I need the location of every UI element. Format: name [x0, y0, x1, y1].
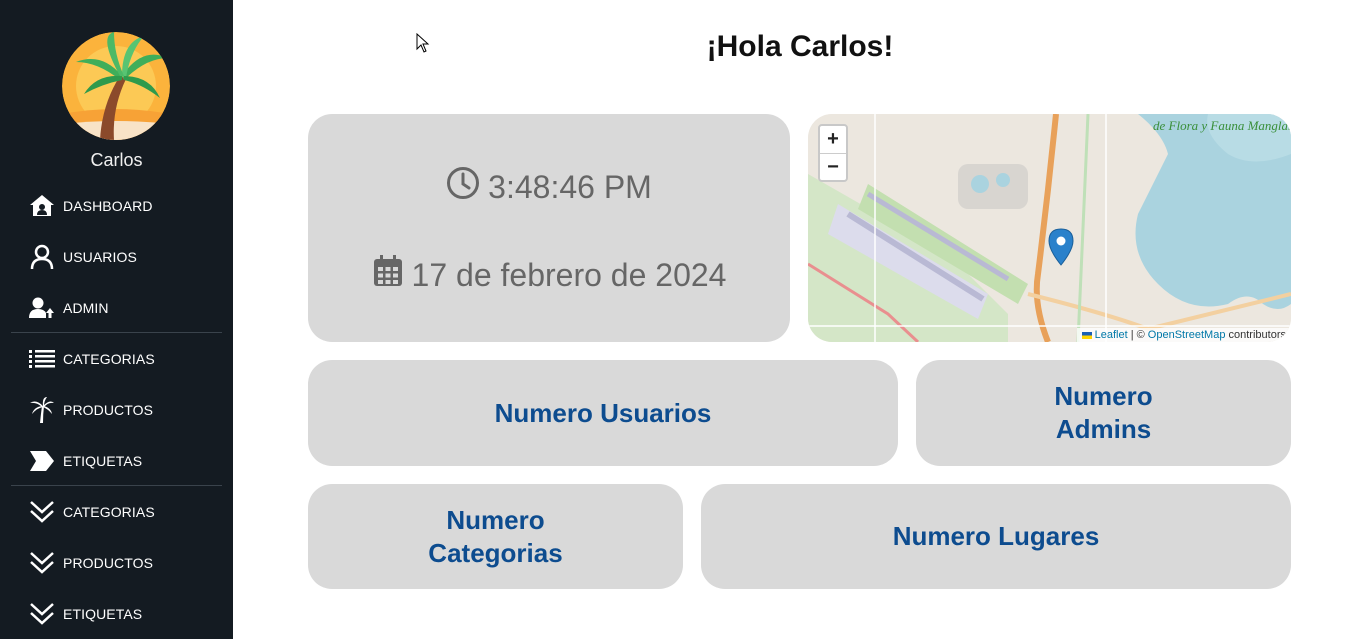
lugares-count-card[interactable]: Numero Lugares — [701, 484, 1291, 589]
clock-icon — [446, 166, 480, 208]
sidebar-item-categorias[interactable]: CATEGORIAS — [0, 333, 233, 384]
leaflet-link[interactable]: Leaflet — [1095, 329, 1128, 341]
categorias-count-label-line2: Categorias — [428, 537, 563, 568]
tag-icon — [28, 447, 56, 475]
usuarios-count-label: Numero Usuarios — [494, 397, 712, 428]
attribution-separator: | © — [1130, 329, 1145, 341]
admins-count-label-line1: Numero — [1054, 381, 1153, 411]
sidebar-item-label: USUARIOS — [63, 248, 137, 265]
usuarios-count-card[interactable]: Numero Usuarios — [308, 360, 898, 466]
sidebar-item-label: PRODUCTOS — [63, 401, 154, 418]
palm-beach-avatar-icon — [62, 32, 170, 140]
categorias-count-label-line1: Numero — [446, 504, 545, 535]
zoom-in-button[interactable]: + — [820, 126, 846, 154]
house-user-icon — [28, 192, 56, 220]
time-row: 3:48:46 PM — [308, 166, 790, 208]
sidebar-item-label: CATEGORIAS — [63, 350, 155, 367]
chevron-double-down-icon — [28, 549, 56, 577]
mouse-cursor-icon — [416, 32, 430, 58]
sidebar-item-dashboard[interactable]: DASHBOARD — [0, 180, 233, 231]
current-time: 3:48:46 PM — [488, 168, 652, 205]
sidebar-item-label: DASHBOARD — [63, 197, 153, 214]
sidebar-item-label: PRODUCTOS — [63, 554, 154, 571]
attribution-suffix: contributors — [1228, 329, 1286, 341]
palm-tree-icon — [28, 396, 56, 424]
username: Carlos — [90, 150, 143, 170]
categorias-count-card[interactable]: Numero Categorias — [308, 484, 683, 589]
avatar[interactable] — [62, 32, 170, 140]
zoom-out-button[interactable]: − — [820, 154, 846, 181]
current-date: 17 de febrero de 2024 — [411, 256, 727, 293]
user-admin-icon — [28, 294, 56, 322]
sidebar-item-label: ADMIN — [63, 299, 109, 316]
sidebar-item-categorias-dropdown[interactable]: CATEGORIAS — [0, 486, 233, 537]
page-title: ¡Hola Carlos! — [706, 30, 894, 63]
user-icon — [28, 243, 56, 271]
sidebar-item-label: ETIQUETAS — [63, 605, 143, 622]
clock-card: 3:48:46 PM 17 de febrero de 2024 — [308, 114, 790, 342]
osm-link[interactable]: OpenStreetMap — [1148, 329, 1226, 341]
sidebar-item-productos-dropdown[interactable]: PRODUCTOS — [0, 537, 233, 588]
chevron-double-down-icon — [28, 600, 56, 628]
sidebar-item-etiquetas[interactable]: ETIQUETAS — [0, 435, 233, 486]
sidebar-item-admin[interactable]: ADMIN — [0, 282, 233, 333]
calendar-icon — [372, 254, 404, 296]
sidebar-item-label: ETIQUETAS — [63, 452, 143, 469]
sidebar: Carlos DASHBOARD USUARIOS ADMIN CATEGORI… — [0, 0, 233, 639]
admins-count-label-line2: Admins — [1055, 414, 1152, 444]
lugares-count-label: Numero Lugares — [892, 521, 1100, 551]
list-icon — [28, 345, 56, 373]
map-zoom-control: + − — [818, 124, 848, 182]
map-widget[interactable]: de Flora y Fauna Manglares de Nichupté +… — [808, 114, 1291, 342]
ukraine-flag-icon — [1081, 331, 1092, 339]
sidebar-item-label: CATEGORIAS — [63, 503, 155, 520]
map-marker-icon[interactable] — [1048, 228, 1074, 271]
sidebar-item-productos[interactable]: PRODUCTOS — [0, 384, 233, 435]
admins-count-card[interactable]: Numero Admins — [916, 360, 1291, 466]
map-attribution: Leaflet | © OpenStreetMap contributors — [1076, 328, 1291, 342]
sidebar-item-usuarios[interactable]: USUARIOS — [0, 231, 233, 282]
sidebar-item-etiquetas-dropdown[interactable]: ETIQUETAS — [0, 588, 233, 639]
map-label: de Flora y Fauna Manglares de Nichupté — [1153, 118, 1291, 133]
chevron-double-down-icon — [28, 498, 56, 526]
date-row: 17 de febrero de 2024 — [308, 254, 790, 296]
